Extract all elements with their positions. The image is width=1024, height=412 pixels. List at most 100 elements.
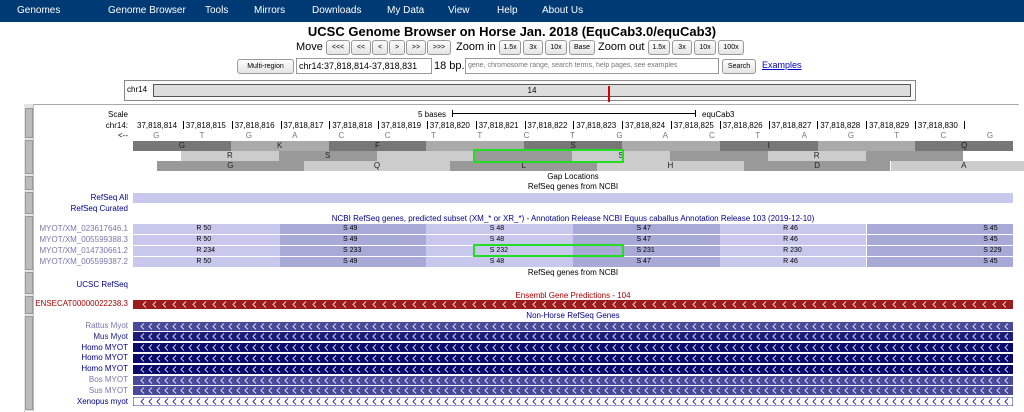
- transcript-bar-3[interactable]: R 50S 49S 48S 47R 46S 45: [133, 257, 1013, 267]
- species-label-2[interactable]: Homo MYOT: [81, 343, 128, 353]
- move-left-1-button[interactable]: <: [372, 40, 388, 55]
- residue-label: S 231: [636, 246, 654, 256]
- chromosome-ideogram[interactable]: chr14 14: [124, 80, 916, 101]
- zoom-out-1-5x-button[interactable]: 1.5x: [648, 40, 670, 55]
- species-label-4[interactable]: Homo MYOT: [81, 364, 128, 374]
- species-label-3[interactable]: Homo MYOT: [81, 353, 128, 363]
- zoom-in-10x-button[interactable]: 10x: [545, 40, 567, 55]
- species-label-6[interactable]: Sus MYOT: [89, 386, 128, 396]
- drag-handle-ucsc[interactable]: [25, 272, 33, 294]
- residue-label: S 48: [490, 224, 504, 234]
- transcript-label-1[interactable]: MYOT/XM_005599388.3: [40, 235, 129, 245]
- transcript-label-0[interactable]: MYOT/XM_023617646.1: [40, 224, 129, 234]
- refseq-all-label[interactable]: RefSeq All: [91, 193, 128, 203]
- dna-base: T: [431, 131, 436, 140]
- zoom-out-100x-button[interactable]: 100x: [718, 40, 744, 55]
- zoom-in-3x-button[interactable]: 3x: [523, 40, 543, 55]
- species-gene-bar-1[interactable]: [133, 332, 1013, 341]
- ensembl-gene-bar[interactable]: [133, 300, 1013, 309]
- species-gene-bar-4[interactable]: [133, 365, 1013, 374]
- highlight-box-transcript: [473, 244, 624, 257]
- species-label-5[interactable]: Bos MYOT: [89, 375, 128, 385]
- residue-label: R 50: [196, 224, 211, 234]
- move-label: Move: [296, 40, 323, 54]
- ideogram-band[interactable]: 14: [153, 84, 911, 97]
- search-input[interactable]: [465, 58, 719, 74]
- residue-label: S 45: [983, 257, 997, 267]
- ruler-tick-1: [232, 121, 233, 129]
- refseq-ncbi-title-2[interactable]: RefSeq genes from NCBI: [133, 268, 1013, 278]
- species-gene-bar-6[interactable]: [133, 386, 1013, 395]
- zoom-in-1-5x-button[interactable]: 1.5x: [499, 40, 521, 55]
- ruler-tick-15: [915, 121, 916, 129]
- track-drag-bar[interactable]: [24, 104, 34, 411]
- species-label-7[interactable]: Xenopus myot: [77, 397, 128, 407]
- move-right-1-button[interactable]: >: [389, 40, 405, 55]
- residue-label: R 46: [783, 257, 798, 267]
- move-right-3-button[interactable]: >>>: [427, 40, 451, 55]
- dna-base: G: [616, 131, 622, 140]
- multi-region-button[interactable]: Multi-region: [237, 59, 294, 74]
- bp-count: 18 bp.: [434, 59, 465, 73]
- refseq-ncbi-title[interactable]: RefSeq genes from NCBI: [133, 182, 1013, 192]
- ruler-position-14: 37,818,828: [820, 121, 860, 130]
- move-zoom-row: Move <<< << < > >> >>> Zoom in 1.5x 3x 1…: [0, 39, 1024, 55]
- drag-handle-ensembl[interactable]: [25, 296, 33, 314]
- nav-genomes[interactable]: Genomes: [17, 5, 60, 16]
- transcript-bar-0[interactable]: R 50S 49S 48S 47R 46S 45: [133, 224, 1013, 234]
- zoom-out-10x-button[interactable]: 10x: [694, 40, 716, 55]
- species-gene-bar-0[interactable]: [133, 322, 1013, 331]
- species-gene-bar-7[interactable]: [133, 397, 1013, 406]
- species-label-1[interactable]: Mus Myot: [93, 332, 128, 342]
- residue-label: S 229: [983, 246, 1001, 256]
- transcript-label-3[interactable]: MYOT/XM_005599387.2: [40, 257, 129, 267]
- nav-about-us[interactable]: About Us: [542, 5, 583, 16]
- nav-view[interactable]: View: [448, 5, 470, 16]
- move-left-3-button[interactable]: <<<: [326, 40, 350, 55]
- nav-downloads[interactable]: Downloads: [312, 5, 361, 16]
- dna-base: G: [246, 131, 252, 140]
- species-gene-bar-5[interactable]: [133, 376, 1013, 385]
- transcript-label-2[interactable]: MYOT/XM_014730661.2: [40, 246, 129, 256]
- search-row: Multi-region chr14:37,818,814-37,818,831…: [0, 58, 1024, 76]
- scale-text: 5 bases: [418, 110, 446, 119]
- direction-label: <--: [118, 131, 128, 141]
- ucsc-refseq-label[interactable]: UCSC RefSeq: [76, 280, 128, 290]
- non-horse-title[interactable]: Non-Horse RefSeq Genes: [133, 311, 1013, 321]
- move-right-2-button[interactable]: >>: [406, 40, 426, 55]
- amino-acid: [377, 151, 475, 161]
- ncbi-predicted-title[interactable]: NCBI RefSeq genes, predicted subset (XM_…: [133, 214, 1013, 224]
- zoom-in-base-button[interactable]: Base: [569, 40, 595, 55]
- amino-acid: K: [231, 141, 329, 151]
- dna-base: T: [199, 131, 204, 140]
- examples-link[interactable]: Examples: [762, 60, 802, 70]
- zoom-out-3x-button[interactable]: 3x: [672, 40, 692, 55]
- refseq-all-bar[interactable]: [133, 193, 1013, 203]
- ensembl-gene-label[interactable]: ENSECAT00000022238.3: [35, 299, 128, 309]
- gap-locations-title[interactable]: Gap Locations: [133, 172, 1013, 182]
- drag-handle-nonhorse[interactable]: [25, 316, 33, 410]
- move-left-2-button[interactable]: <<: [351, 40, 371, 55]
- amino-acid: [622, 141, 720, 151]
- drag-handle-gap[interactable]: [25, 176, 33, 190]
- drag-handle-aa[interactable]: [25, 140, 33, 174]
- species-gene-bar-2[interactable]: [133, 343, 1013, 352]
- residue-label: S 45: [983, 235, 997, 245]
- nav-genome-browser[interactable]: Genome Browser: [108, 5, 186, 16]
- dna-base: A: [292, 131, 297, 140]
- refseq-curated-label[interactable]: RefSeq Curated: [71, 204, 128, 214]
- nav-tools[interactable]: Tools: [205, 5, 228, 16]
- drag-handle-ncbi[interactable]: [25, 216, 33, 270]
- nav-my-data[interactable]: My Data: [387, 5, 424, 16]
- nav-help[interactable]: Help: [497, 5, 518, 16]
- nav-mirrors[interactable]: Mirrors: [254, 5, 285, 16]
- zoom-in-label: Zoom in: [456, 40, 496, 54]
- drag-handle-refseq[interactable]: [25, 192, 33, 214]
- drag-handle-ruler[interactable]: [25, 108, 33, 138]
- position-display: chr14:37,818,814-37,818,831: [296, 58, 432, 74]
- ruler-position-9: 37,818,823: [576, 121, 616, 130]
- species-label-0[interactable]: Rattus Myot: [85, 321, 128, 331]
- species-gene-bar-3[interactable]: [133, 354, 1013, 363]
- residue-label: S 233: [343, 246, 361, 256]
- search-button[interactable]: Search: [722, 59, 756, 74]
